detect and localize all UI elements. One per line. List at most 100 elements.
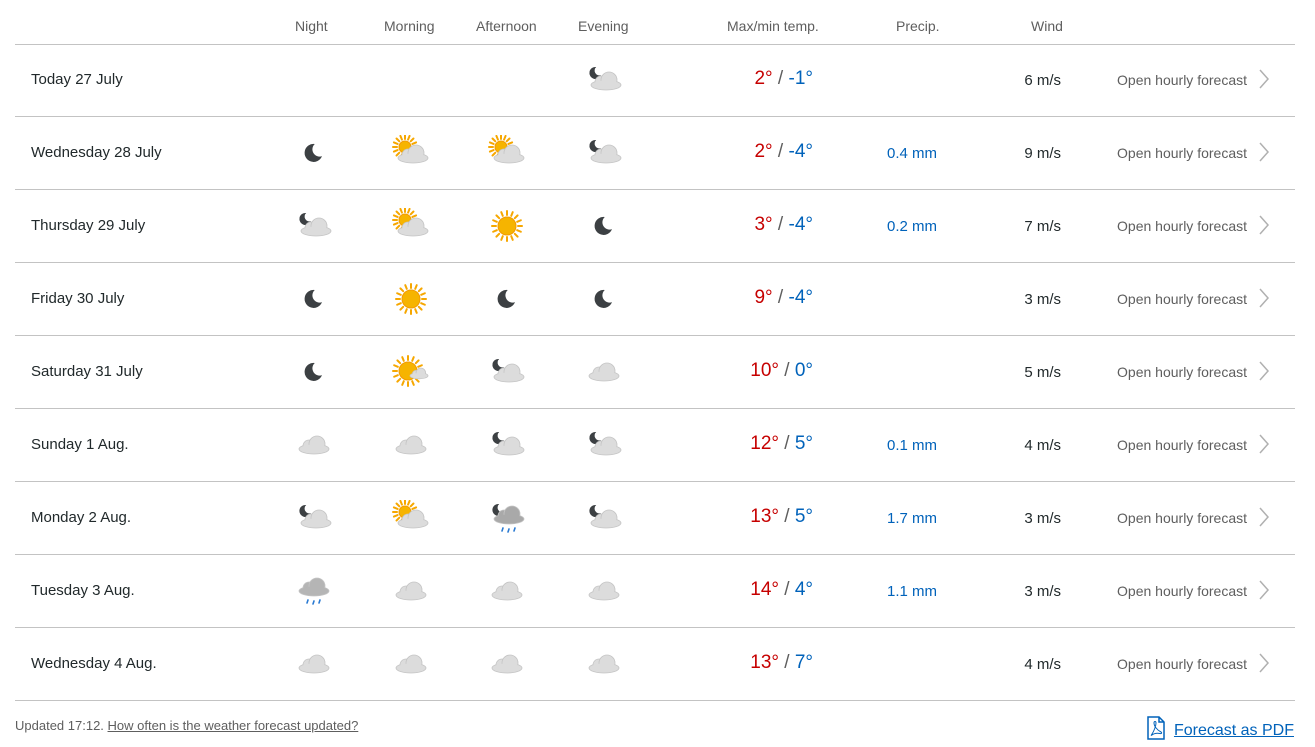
max-temp: 13°	[750, 506, 779, 527]
max-min-temperature: 13° / 5°	[750, 506, 813, 528]
chevron-right-icon[interactable]	[1259, 142, 1270, 162]
moon-cloud-icon	[584, 427, 624, 463]
max-min-temperature: 14° / 4°	[750, 579, 813, 601]
chevron-right-icon[interactable]	[1259, 653, 1270, 673]
forecast-pdf-link[interactable]: Forecast as PDF	[1174, 722, 1294, 740]
max-min-temperature: 12° / 5°	[750, 433, 813, 455]
pdf-file-icon	[1146, 716, 1166, 745]
day-label: Wednesday 4 Aug.	[31, 655, 157, 672]
cloud-icon	[584, 354, 624, 390]
temp-separator: /	[778, 506, 795, 527]
open-hourly-forecast-link[interactable]: Open hourly forecast	[1117, 583, 1247, 599]
chevron-right-icon[interactable]	[1259, 288, 1270, 308]
cloud-icon	[294, 427, 334, 463]
open-hourly-forecast-link[interactable]: Open hourly forecast	[1117, 145, 1247, 161]
footer-updated: Updated 17:12. How often is the weather …	[15, 718, 358, 733]
wind-speed: 3 m/s	[1024, 291, 1061, 308]
chevron-right-icon[interactable]	[1259, 434, 1270, 454]
moon-cloud-icon	[487, 354, 527, 390]
forecast-day-row[interactable]: Tuesday 3 Aug. 14° / 4° 1.1 mm 3 m/s Ope…	[15, 555, 1295, 628]
forecast-day-row[interactable]: Wednesday 4 Aug. 13° / 7° 4 m/s Open hou…	[15, 628, 1295, 701]
temp-separator: /	[772, 214, 789, 235]
forecast-day-row[interactable]: Wednesday 28 July 2° / -4° 0.4 mm 9 m/s Op…	[15, 117, 1295, 190]
cloud-icon	[391, 573, 431, 609]
forecast-day-row[interactable]: Thursday 29 July 3° / -4° 0.2 mm 7 m/s Ope…	[15, 190, 1295, 263]
col-morning-header: Morning	[384, 18, 435, 34]
wind-speed: 3 m/s	[1024, 583, 1061, 600]
open-hourly-forecast-link[interactable]: Open hourly forecast	[1117, 656, 1247, 672]
max-min-temperature: 10° / 0°	[750, 360, 813, 382]
precipitation: 0.4 mm	[886, 145, 937, 162]
open-hourly-forecast-link[interactable]: Open hourly forecast	[1117, 364, 1247, 380]
col-temp-header: Max/min temp.	[727, 18, 819, 34]
open-hourly-forecast-link[interactable]: Open hourly forecast	[1117, 72, 1247, 88]
moon-cloud-icon	[584, 62, 624, 98]
min-temp: 0°	[794, 360, 813, 381]
cloud-icon	[391, 427, 431, 463]
open-hourly-forecast-link[interactable]: Open hourly forecast	[1117, 291, 1247, 307]
day-label: Wednesday 28 July	[31, 144, 162, 161]
forecast-day-row[interactable]: Monday 2 Aug. 13° / 5° 1.7 mm 3 m/s Open…	[15, 482, 1295, 555]
faq-update-link[interactable]: How often is the weather forecast update…	[108, 718, 359, 733]
min-temp: -4°	[788, 287, 814, 308]
wind-speed: 5 m/s	[1024, 364, 1061, 381]
moon-icon	[294, 281, 334, 317]
moon-icon	[584, 208, 624, 244]
forecast-day-row[interactable]: Today 27 July 2° / -1° 6 m/s Open hourly …	[15, 44, 1295, 117]
chevron-right-icon[interactable]	[1259, 69, 1270, 89]
chevron-right-icon[interactable]	[1259, 361, 1270, 381]
max-temp: 14°	[750, 579, 779, 600]
max-temp: 3°	[754, 214, 773, 235]
moon-icon	[294, 354, 334, 390]
day-label: Saturday 31 July	[31, 363, 143, 380]
temp-separator: /	[772, 68, 789, 89]
day-label: Today 27 July	[31, 71, 123, 88]
pdf-forecast[interactable]: Forecast as PDF	[1146, 716, 1294, 745]
max-min-temperature: 2° / -1°	[754, 68, 813, 90]
chevron-right-icon[interactable]	[1259, 215, 1270, 235]
open-hourly-forecast-link[interactable]: Open hourly forecast	[1117, 437, 1247, 453]
moon-cloud-icon	[294, 500, 334, 536]
cloud-icon	[487, 646, 527, 682]
forecast-rows: Today 27 July 2° / -1° 6 m/s Open hourly …	[15, 44, 1295, 701]
chevron-right-icon[interactable]	[1259, 580, 1270, 600]
forecast-day-row[interactable]: Saturday 31 July 10° / 0° 5 m/s Open hour…	[15, 336, 1295, 409]
forecast-day-row[interactable]: Sunday 1 Aug. 12° / 5° 0.1 mm 4 m/s Open…	[15, 409, 1295, 482]
sun-icon	[487, 208, 527, 244]
wind-speed: 6 m/s	[1024, 72, 1061, 89]
wind-speed: 4 m/s	[1024, 656, 1061, 673]
rain-cloud-icon	[294, 573, 334, 609]
sun-cloud-icon	[391, 135, 431, 171]
max-temp: 2°	[754, 68, 773, 89]
min-temp: 7°	[794, 652, 813, 673]
open-hourly-forecast-link[interactable]: Open hourly forecast	[1117, 510, 1247, 526]
precipitation: 1.1 mm	[886, 583, 937, 600]
wind-speed: 4 m/s	[1024, 437, 1061, 454]
temp-separator: /	[778, 433, 795, 454]
precipitation: 0.1 mm	[886, 437, 937, 454]
wind-speed: 7 m/s	[1024, 218, 1061, 235]
col-night-header: Night	[295, 18, 328, 34]
open-hourly-forecast-link[interactable]: Open hourly forecast	[1117, 218, 1247, 234]
precipitation: 1.7 mm	[886, 510, 937, 527]
temp-separator: /	[772, 141, 789, 162]
precipitation: 0.2 mm	[886, 218, 937, 235]
col-wind-header: Wind	[1031, 18, 1063, 34]
min-temp: 4°	[794, 579, 813, 600]
forecast-table-header: Night Morning Afternoon Evening Max/min …	[15, 0, 1295, 45]
max-temp: 10°	[750, 360, 779, 381]
chevron-right-icon[interactable]	[1259, 507, 1270, 527]
wind-speed: 9 m/s	[1024, 145, 1061, 162]
min-temp: -4°	[788, 141, 814, 162]
min-temp: 5°	[794, 433, 813, 454]
cloud-icon	[584, 646, 624, 682]
forecast-day-row[interactable]: Friday 30 July 9° / -4° 3 m/s Open hourly…	[15, 263, 1295, 336]
sun-small-cloud-icon	[391, 354, 431, 390]
max-min-temperature: 2° / -4°	[754, 141, 813, 163]
cloud-icon	[487, 573, 527, 609]
moon-icon	[584, 281, 624, 317]
moon-cloud-icon	[487, 427, 527, 463]
max-min-temperature: 9° / -4°	[754, 287, 813, 309]
wind-speed: 3 m/s	[1024, 510, 1061, 527]
max-temp: 9°	[754, 287, 773, 308]
